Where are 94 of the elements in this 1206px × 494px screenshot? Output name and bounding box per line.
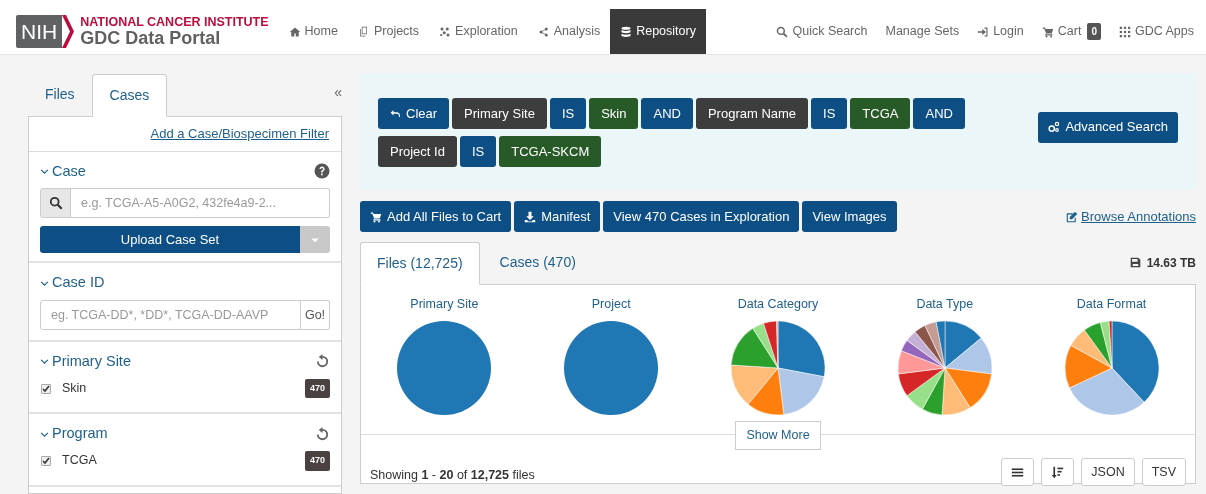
chart-title: Project bbox=[591, 296, 631, 313]
facet-title[interactable]: Case bbox=[52, 160, 311, 183]
query-pill[interactable]: AND bbox=[641, 98, 693, 129]
cart-icon bbox=[1041, 25, 1054, 38]
download-icon bbox=[524, 210, 537, 223]
toolbar-button[interactable] bbox=[1001, 458, 1035, 486]
nav-link[interactable]: Repository bbox=[610, 9, 706, 54]
show-more-button[interactable]: Show More bbox=[735, 421, 821, 450]
query-pill[interactable]: IS bbox=[549, 98, 587, 129]
query-pill[interactable]: Program Name bbox=[695, 98, 809, 129]
results-tab[interactable]: Cases (470) bbox=[479, 241, 596, 284]
results-tab[interactable]: Files (12,725) bbox=[360, 242, 480, 285]
login-icon bbox=[977, 25, 990, 38]
chevron-icon bbox=[40, 278, 49, 288]
cart-icon bbox=[370, 210, 382, 223]
sort-icon bbox=[1051, 465, 1065, 479]
pie-chart-drawing[interactable] bbox=[730, 319, 826, 416]
query-pill[interactable]: AND bbox=[913, 98, 965, 129]
org-name: NATIONAL CANCER INSTITUTE bbox=[80, 15, 269, 29]
copy-icon bbox=[357, 25, 370, 38]
nav-link[interactable]: Manage Sets bbox=[876, 9, 969, 54]
facet-title[interactable]: Program bbox=[52, 423, 312, 445]
pie-chart-drawing[interactable] bbox=[563, 319, 660, 416]
house-icon bbox=[288, 25, 301, 38]
pie-chart-drawing[interactable] bbox=[896, 319, 993, 416]
go-button[interactable]: Go! bbox=[301, 300, 330, 330]
search-icon bbox=[48, 196, 63, 211]
nav-link[interactable]: Cart 0 bbox=[1032, 9, 1110, 54]
browse-annotations-link[interactable]: Browse Annotations bbox=[1066, 206, 1196, 227]
checkbox[interactable] bbox=[41, 455, 51, 466]
count-badge: 470 bbox=[304, 451, 330, 471]
help-icon bbox=[314, 163, 330, 180]
search-icon bbox=[776, 25, 789, 38]
collapse-button[interactable]: « bbox=[334, 82, 342, 103]
count-badge: 470 bbox=[304, 378, 330, 399]
action-button[interactable]: View 470 Cases in Exploration bbox=[603, 201, 800, 232]
query-pill[interactable]: IS bbox=[811, 98, 848, 129]
action-button[interactable]: Add All Files to Cart bbox=[360, 201, 512, 232]
nav-link[interactable]: GDC Apps bbox=[1109, 9, 1206, 54]
pie-chart-drawing[interactable] bbox=[1063, 319, 1160, 416]
chart-title: Data Type bbox=[916, 296, 974, 313]
facet-title[interactable]: Primary Site bbox=[52, 351, 312, 373]
chart-title: Primary Site bbox=[410, 296, 479, 313]
dots-icon bbox=[439, 25, 452, 38]
checkbox[interactable] bbox=[41, 383, 51, 394]
nav-link[interactable]: Quick Search bbox=[767, 9, 877, 54]
query-pill[interactable]: TCGA-SKCM bbox=[499, 136, 602, 167]
query-pill[interactable]: Skin bbox=[589, 98, 639, 129]
chevron-icon bbox=[40, 166, 49, 176]
upload-button[interactable]: Upload Case Set bbox=[40, 226, 300, 254]
facet-title[interactable]: Case ID bbox=[52, 272, 330, 294]
sidebar-tab[interactable]: Cases bbox=[91, 74, 168, 117]
list-icon bbox=[1011, 465, 1025, 479]
query-pill[interactable]: Project Id bbox=[378, 136, 457, 167]
gears-icon bbox=[1048, 121, 1061, 133]
database-icon bbox=[620, 25, 633, 38]
chart-title: Data Format bbox=[1076, 296, 1147, 313]
pie-chart-drawing[interactable] bbox=[396, 319, 493, 416]
add-filter-link[interactable]: Add a Case/Biospecimen Filter bbox=[150, 124, 329, 144]
edit-icon bbox=[1066, 210, 1079, 223]
chevron-icon bbox=[40, 429, 49, 439]
count-badge: 0 bbox=[1087, 23, 1101, 40]
results-summary: Showing 1 - 20 of 12,725 files bbox=[370, 467, 536, 485]
nav-link[interactable]: Projects bbox=[347, 9, 430, 54]
chevron-icon bbox=[40, 357, 49, 367]
sidebar-tab[interactable]: Files bbox=[28, 73, 92, 116]
query-pill[interactable]: Primary Site bbox=[452, 98, 547, 129]
grid-icon bbox=[1118, 25, 1131, 38]
facet-option[interactable]: Skin bbox=[62, 379, 294, 398]
nav-link[interactable]: Exploration bbox=[429, 9, 528, 54]
undo-icon bbox=[390, 108, 401, 119]
facet-option[interactable]: TCGA bbox=[62, 451, 294, 471]
search-field[interactable]: e.g. TCGA-A5-A0G2, 432fe4a9-2... bbox=[71, 188, 330, 219]
export-button[interactable]: TSV bbox=[1141, 458, 1186, 486]
nav-link[interactable]: Analysis bbox=[527, 9, 611, 54]
nav-link[interactable]: Home bbox=[278, 9, 348, 54]
advanced-search-button[interactable]: Advanced Search bbox=[1038, 111, 1178, 143]
nav-link[interactable]: Login bbox=[968, 9, 1033, 54]
text-field[interactable]: eg. TCGA-DD*, *DD*, TCGA-DD-AAVP bbox=[40, 300, 301, 330]
query-pill[interactable]: IS bbox=[459, 136, 497, 167]
reset-icon bbox=[315, 354, 330, 370]
nih-logo: NIH bbox=[16, 15, 75, 48]
action-button[interactable]: Manifest bbox=[514, 201, 601, 232]
chart-title: Data Category bbox=[737, 296, 819, 313]
reset-icon bbox=[315, 426, 330, 442]
action-button[interactable]: View Images bbox=[802, 201, 897, 232]
save-icon bbox=[1129, 257, 1141, 268]
query-pill[interactable]: TCGA bbox=[850, 98, 911, 129]
export-button[interactable]: JSON bbox=[1081, 458, 1135, 486]
toolbar-button[interactable] bbox=[1041, 458, 1075, 486]
portal-name: GDC Data Portal bbox=[80, 29, 222, 48]
total-size: 14.63 TB bbox=[1146, 254, 1196, 272]
clear-button[interactable]: Clear bbox=[378, 98, 450, 129]
network-icon bbox=[537, 25, 550, 38]
